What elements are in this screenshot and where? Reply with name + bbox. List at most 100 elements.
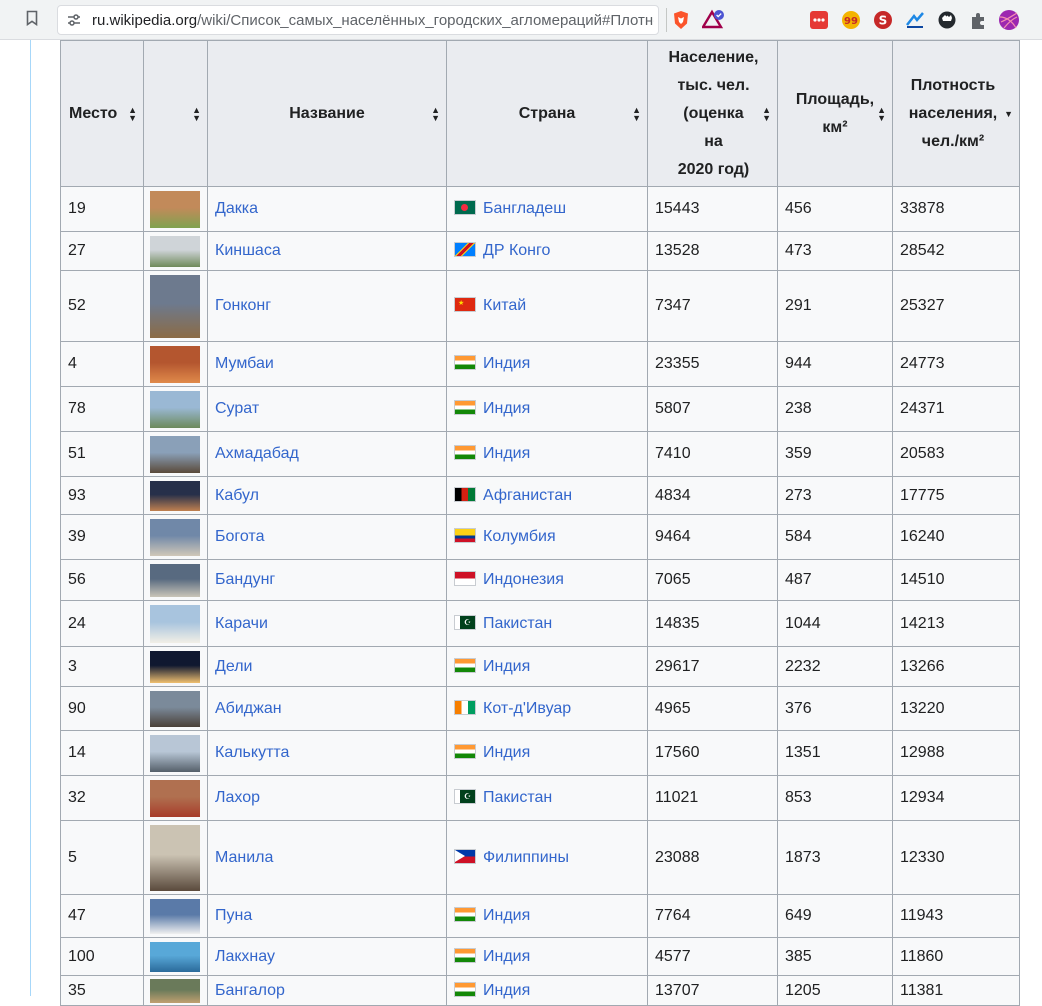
cell-population: 11021	[647, 775, 778, 821]
city-link[interactable]: Кабул	[215, 487, 259, 504]
cell-country: ☪ Пакистан	[446, 600, 648, 647]
country-link[interactable]: ДР Конго	[483, 242, 550, 259]
city-thumbnail-image[interactable]	[150, 779, 200, 817]
city-thumbnail-image[interactable]	[150, 390, 200, 428]
ext-99-icon[interactable]: 99	[840, 9, 862, 31]
country-flag-icon	[454, 571, 476, 586]
city-link[interactable]: Лакхнау	[215, 948, 275, 965]
city-thumbnail-image[interactable]	[150, 190, 200, 228]
url-text[interactable]: ru.wikipedia.org/wiki/Список_самых_насел…	[92, 12, 654, 29]
header-image[interactable]: ▲ ▼	[143, 40, 208, 187]
cell-name: Дакка	[207, 186, 447, 232]
cell-population: 7764	[647, 894, 778, 938]
city-thumbnail-image[interactable]	[150, 518, 200, 556]
city-link[interactable]: Пуна	[215, 907, 252, 924]
city-thumbnail-image[interactable]	[150, 345, 200, 383]
bookmark-icon[interactable]	[26, 10, 38, 26]
cell-rank: 14	[60, 730, 144, 776]
sort-icon[interactable]: ▲ ▼	[877, 105, 886, 122]
cell-country: Индия	[446, 937, 648, 976]
city-thumbnail-image[interactable]	[150, 734, 200, 772]
country-flag-icon	[454, 242, 476, 257]
sort-desc-icon[interactable]: ▼	[1004, 109, 1013, 118]
header-name[interactable]: Название ▲ ▼	[207, 40, 447, 187]
address-bar[interactable]: ru.wikipedia.org/wiki/Список_самых_насел…	[57, 5, 659, 35]
city-link[interactable]: Абиджан	[215, 700, 282, 717]
country-link[interactable]: Индия	[483, 355, 530, 372]
country-link[interactable]: Китай	[483, 297, 526, 314]
cell-rank: 47	[60, 894, 144, 938]
cell-country: Индия	[446, 975, 648, 1006]
country-link[interactable]: Пакистан	[483, 615, 552, 632]
cell-name: Киншаса	[207, 231, 447, 271]
country-link[interactable]: Афганистан	[483, 487, 572, 504]
cell-image	[143, 937, 208, 976]
country-link[interactable]: Бангладеш	[483, 200, 566, 217]
sort-icon[interactable]: ▲ ▼	[632, 105, 641, 122]
sort-icon[interactable]: ▲ ▼	[128, 105, 137, 122]
city-thumbnail-image[interactable]	[150, 274, 200, 338]
country-link[interactable]: Индия	[483, 907, 530, 924]
country-link[interactable]: Индия	[483, 948, 530, 965]
city-thumbnail-image[interactable]	[150, 824, 200, 891]
country-link[interactable]: Кот-д'Ивуар	[483, 700, 571, 717]
header-rank[interactable]: Место ▲ ▼	[60, 40, 144, 187]
city-link[interactable]: Ахмадабад	[215, 445, 299, 462]
city-thumbnail-image[interactable]	[150, 480, 200, 511]
city-link[interactable]: Мумбаи	[215, 355, 274, 372]
country-link[interactable]: Колумбия	[483, 528, 556, 545]
country-link[interactable]: Индия	[483, 744, 530, 761]
city-link[interactable]: Богота	[215, 528, 264, 545]
table-row: 100 Лакхнау Индия 4577 385 11860	[60, 937, 1020, 976]
country-link[interactable]: Индия	[483, 400, 530, 417]
ext-arrow-icon[interactable]	[904, 9, 926, 31]
city-link[interactable]: Дакка	[215, 200, 258, 217]
city-link[interactable]: Манила	[215, 849, 273, 866]
country-link[interactable]: Индия	[483, 445, 530, 462]
city-thumbnail-image[interactable]	[150, 650, 200, 683]
header-density[interactable]: Плотность населения, чел./км² ▼	[892, 40, 1020, 187]
ext-github-icon[interactable]	[936, 9, 958, 31]
sort-icon[interactable]: ▲ ▼	[762, 105, 771, 122]
brave-shield-icon[interactable]	[670, 9, 692, 31]
header-population[interactable]: Население, тыс. чел. (оценка на 2020 год…	[647, 40, 778, 187]
header-area[interactable]: Площадь, км² ▲ ▼	[777, 40, 893, 187]
cell-name: Ахмадабад	[207, 431, 447, 477]
country-link[interactable]: Индонезия	[483, 571, 564, 588]
city-thumbnail-image[interactable]	[150, 563, 200, 597]
cell-image	[143, 231, 208, 271]
city-link[interactable]: Гонконг	[215, 297, 271, 314]
city-thumbnail-image[interactable]	[150, 235, 200, 267]
city-link[interactable]: Дели	[215, 658, 252, 675]
cell-image	[143, 894, 208, 938]
city-link[interactable]: Лахор	[215, 789, 260, 806]
city-link[interactable]: Калькутта	[215, 744, 289, 761]
header-country[interactable]: Страна ▲ ▼	[446, 40, 648, 187]
tune-icon[interactable]	[67, 13, 81, 27]
city-thumbnail-image[interactable]	[150, 941, 200, 972]
ext-s-icon[interactable]: S	[872, 9, 894, 31]
city-link[interactable]: Киншаса	[215, 242, 281, 259]
city-thumbnail-image[interactable]	[150, 690, 200, 727]
ext-red-icon[interactable]	[808, 9, 830, 31]
city-link[interactable]: Бандунг	[215, 571, 275, 588]
country-link[interactable]: Индия	[483, 658, 530, 675]
cell-image	[143, 730, 208, 776]
country-link[interactable]: Филиппины	[483, 849, 569, 866]
city-thumbnail-image[interactable]	[150, 898, 200, 934]
table-row: 52 Гонконг ★ Китай 7347 291 25327	[60, 270, 1020, 342]
city-thumbnail-image[interactable]	[150, 604, 200, 643]
puzzle-icon[interactable]	[968, 9, 990, 31]
cell-name: Дели	[207, 646, 447, 687]
country-link[interactable]: Пакистан	[483, 789, 552, 806]
city-link[interactable]: Карачи	[215, 615, 268, 632]
sort-icon[interactable]: ▲ ▼	[431, 105, 440, 122]
table-row: 5 Манила Филиппины 23088 1873 12330	[60, 820, 1020, 895]
cell-area: 853	[777, 775, 893, 821]
city-link[interactable]: Сурат	[215, 400, 259, 417]
city-thumbnail-image[interactable]	[150, 978, 200, 1003]
city-thumbnail-image[interactable]	[150, 435, 200, 473]
bat-rewards-icon[interactable]	[702, 9, 724, 31]
sort-icon[interactable]: ▲ ▼	[192, 105, 201, 122]
profile-avatar-icon[interactable]	[998, 9, 1020, 31]
